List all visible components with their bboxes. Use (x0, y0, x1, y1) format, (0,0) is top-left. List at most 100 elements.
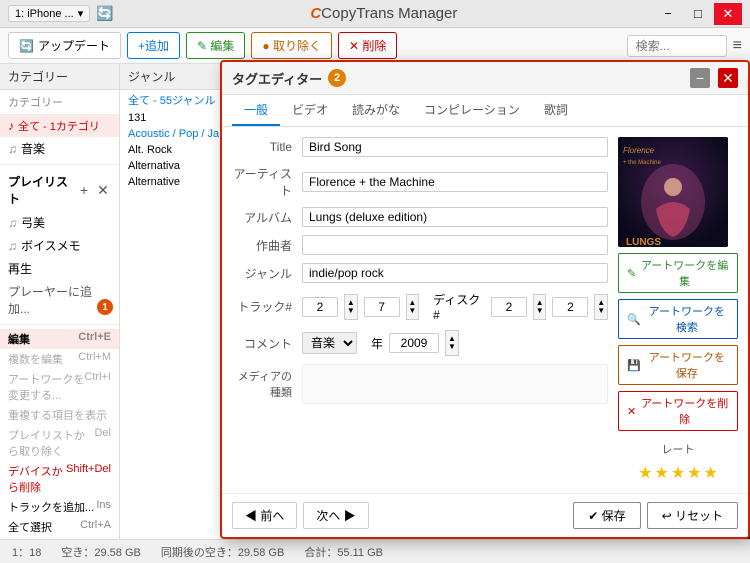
remove-button[interactable]: ● 取り除く (251, 32, 332, 59)
dialog-tab-reading[interactable]: 読みがな (340, 95, 412, 126)
window-controls: − □ ✕ (654, 3, 742, 25)
track-total-input[interactable] (364, 297, 400, 317)
composer-input[interactable] (302, 235, 608, 255)
dialog-body: Title アーティスト アルバム 作曲者 (222, 127, 748, 493)
form-row-comment: コメント 音楽 年 ▲▼ (232, 330, 608, 356)
year-spinner[interactable]: ▲▼ (445, 330, 459, 356)
disc-num-input[interactable] (491, 297, 527, 317)
search-artwork-button[interactable]: 🔍 アートワークを検索 (618, 299, 738, 339)
genre-header-label: ジャンル (128, 68, 175, 85)
remove-playlist-button[interactable]: ✕ (95, 182, 111, 198)
track-total-spinner[interactable]: ▲▼ (406, 294, 420, 320)
ctx-edit[interactable]: 編集 Ctrl+E (0, 329, 119, 349)
dialog-controls: − ✕ (690, 68, 738, 88)
form-row-media: メディアの種類 (232, 364, 608, 404)
ctx-delete-device[interactable]: デバイスから削除 Shift+Del (0, 461, 119, 497)
form-row-track: トラック# ▲▼ ▲▼ ディスク# ▲▼ ▲▼ (232, 291, 608, 322)
music-note-icon: ♪ (8, 119, 14, 133)
track-field-label: トラック# (232, 298, 302, 315)
disc-total-input[interactable] (552, 297, 588, 317)
dialog-badge: 2 (328, 69, 346, 87)
form-row-album: アルバム (232, 207, 608, 227)
star-5[interactable]: ★ (704, 463, 718, 483)
title-bar-left: 1: iPhone ... ▾ 🔄 (8, 5, 114, 22)
ctx-select-all[interactable]: 全て選択 Ctrl+A (0, 517, 119, 537)
artist-input[interactable] (302, 172, 608, 192)
star-1[interactable]: ★ (638, 463, 652, 483)
device-selector[interactable]: 1: iPhone ... ▾ (8, 5, 90, 22)
playlist-icon-1: ♫ (8, 239, 17, 253)
disc-num-spinner[interactable]: ▲▼ (533, 294, 547, 320)
form-row-composer: 作曲者 (232, 235, 608, 255)
sidebar-item-music[interactable]: ♫ 音楽 (0, 137, 119, 160)
reset-button[interactable]: ↩ リセット (647, 502, 738, 529)
save-button[interactable]: ✔ 保存 (573, 502, 640, 529)
sidebar-item-playlist-2[interactable]: 再生 (0, 257, 119, 280)
ctx-dupes: 重複する項目を表示 (0, 405, 119, 425)
toolbar: 🔄 アップデート +追加 ✎ 編集 ● 取り除く ✕ 削除 ≡ (0, 28, 750, 64)
add-playlist-button[interactable]: + (76, 182, 92, 198)
star-2[interactable]: ★ (654, 463, 668, 483)
media-field-label: メディアの種類 (232, 368, 302, 400)
add-button[interactable]: +追加 (127, 32, 180, 59)
save-artwork-button[interactable]: 💾 アートワークを保存 (618, 345, 738, 385)
status-free: 空き：29.58 GB (61, 544, 140, 560)
delete-button[interactable]: ✕ 削除 (338, 32, 397, 59)
badge-1-circle: 1 (97, 299, 113, 315)
comment-select[interactable]: 音楽 (302, 332, 357, 354)
menu-icon[interactable]: ≡ (733, 37, 742, 55)
next-button[interactable]: 次へ ▶ (303, 502, 368, 529)
maximize-button[interactable]: □ (684, 3, 712, 25)
update-button[interactable]: 🔄 アップデート (8, 32, 121, 59)
prev-button[interactable]: ◀ 前へ (232, 502, 297, 529)
search-art-label: アートワークを検索 (645, 303, 729, 335)
music-label: 音楽 (21, 140, 45, 157)
year-input[interactable] (389, 333, 439, 353)
playlist-title: プレイリスト (8, 173, 76, 207)
form-row-artist: アーティスト (232, 165, 608, 199)
sidebar-item-playlist-1[interactable]: ♫ ボイスメモ (0, 234, 119, 257)
genre-field-label: ジャンル (232, 265, 302, 282)
title-bar: 1: iPhone ... ▾ 🔄 CCopyTrans Manager − □… (0, 0, 750, 28)
artwork-svg: Florence + the Machine LUNGS (618, 137, 728, 247)
ctx-multi-edit: 複数を編集 Ctrl+M (0, 349, 119, 369)
dialog-tab-lyrics[interactable]: 歌詞 (532, 95, 580, 126)
comment-field-label: コメント (232, 335, 302, 352)
sidebar-item-playlist-0[interactable]: ♫ 弓美 (0, 211, 119, 234)
artist-field-label: アーティスト (232, 165, 302, 199)
update-icon: 🔄 (19, 39, 34, 53)
dialog-tab-compilation[interactable]: コンピレーション (412, 95, 532, 126)
rating-stars[interactable]: ★ ★ ★ ★ ★ (618, 463, 738, 483)
form-row-title: Title (232, 137, 608, 157)
genre-input[interactable] (302, 263, 608, 283)
sidebar-item-all-category[interactable]: ♪ 全て - 1カテゴリ (0, 115, 119, 137)
track-num-input[interactable] (302, 297, 338, 317)
edit-artwork-button[interactable]: ✎ アートワークを編集 (618, 253, 738, 293)
star-4[interactable]: ★ (687, 463, 701, 483)
dialog-close-button[interactable]: ✕ (718, 68, 738, 88)
dialog-tab-general[interactable]: 一般 (232, 95, 280, 126)
ctx-add-track[interactable]: トラックを追加... Ins (0, 497, 119, 517)
edit-button[interactable]: ✎ 編集 (186, 32, 245, 59)
sidebar-divider (0, 164, 119, 165)
rating-label: レート (618, 441, 738, 457)
status-total: 合計：55.11 GB (304, 544, 383, 560)
disc-total-spinner[interactable]: ▲▼ (594, 294, 608, 320)
status-bar: 1：18 空き：29.58 GB 同期後の空き：29.58 GB 合計：55.1… (0, 539, 750, 563)
track-num-spinner[interactable]: ▲▼ (344, 294, 358, 320)
dialog-minimize-button[interactable]: − (690, 68, 710, 88)
album-input[interactable] (302, 207, 608, 227)
search-art-icon: 🔍 (627, 313, 641, 326)
star-3[interactable]: ★ (671, 463, 685, 483)
minimize-button[interactable]: − (654, 3, 682, 25)
dialog-titlebar: タグエディター 2 − ✕ (222, 62, 748, 95)
search-input[interactable] (627, 35, 727, 57)
col-header-category[interactable]: カテゴリー (0, 64, 120, 89)
close-button[interactable]: ✕ (714, 3, 742, 25)
delete-artwork-button[interactable]: ✕ アートワークを削除 (618, 391, 738, 431)
category-section-title: カテゴリー (0, 90, 119, 115)
track-inputs: ▲▼ ▲▼ ディスク# ▲▼ ▲▼ (302, 291, 608, 322)
title-input[interactable] (302, 137, 608, 157)
dialog-tab-video[interactable]: ビデオ (280, 95, 340, 126)
disc-label: ディスク# (433, 291, 485, 322)
